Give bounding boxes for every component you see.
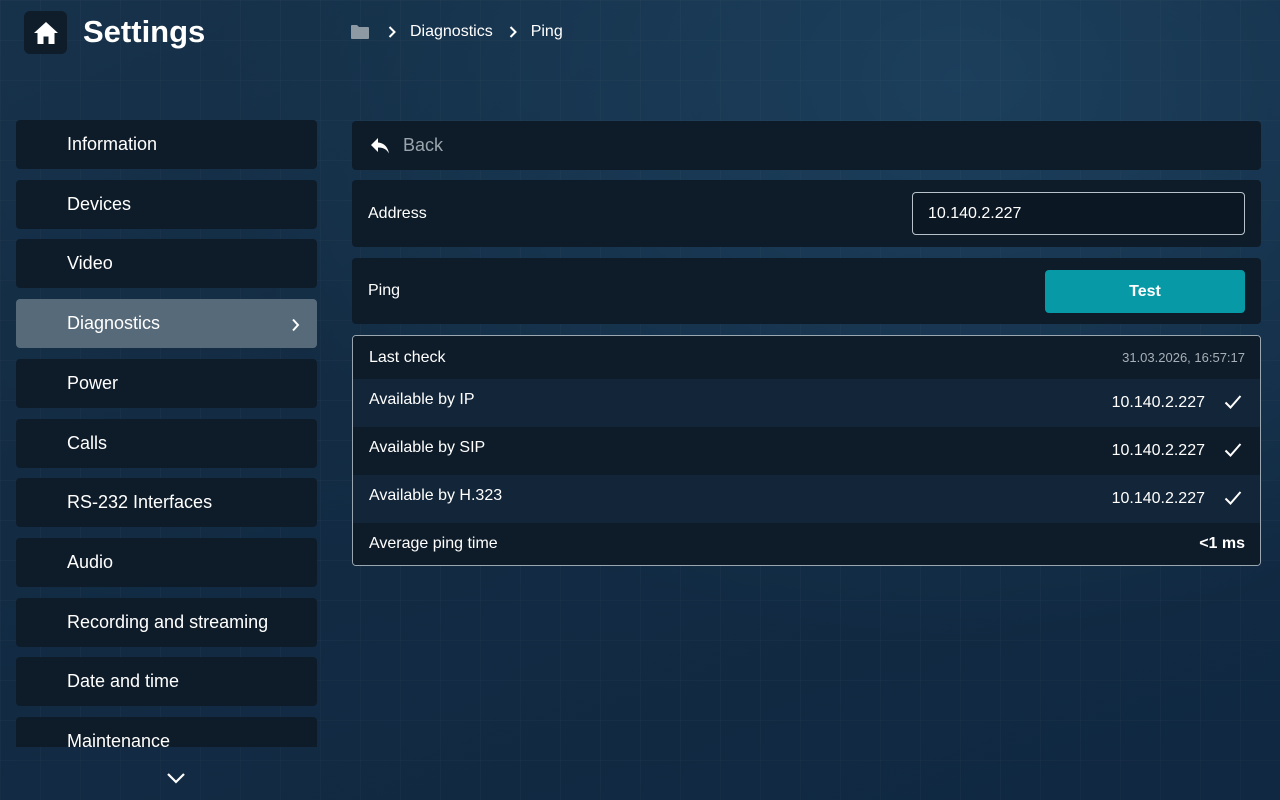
ping-results: Last check 31.03.2026, 16:57:17 Availabl… bbox=[352, 335, 1261, 566]
sidebar-item-devices[interactable]: Devices bbox=[16, 180, 317, 229]
address-row: Address bbox=[352, 180, 1261, 247]
back-arrow-icon bbox=[371, 137, 389, 153]
result-label: Available by IP bbox=[369, 391, 475, 408]
sidebar-scroll-down-button[interactable] bbox=[164, 768, 188, 788]
sidebar-item-label: RS-232 Interfaces bbox=[67, 492, 213, 512]
sidebar: Information Devices Video Diagnostics Po… bbox=[16, 120, 317, 747]
average-ping-label: Average ping time bbox=[369, 535, 498, 552]
sidebar-item-label: Video bbox=[67, 253, 113, 273]
ping-row: Ping Test bbox=[352, 258, 1261, 324]
chevron-right-icon bbox=[291, 316, 300, 337]
address-input[interactable] bbox=[912, 192, 1245, 235]
page-title: Settings bbox=[83, 14, 206, 49]
sidebar-item-label: Power bbox=[67, 373, 119, 393]
home-button[interactable] bbox=[24, 11, 67, 54]
sidebar-item-label: Maintenance bbox=[67, 731, 171, 747]
result-label: Available by H.323 bbox=[369, 487, 503, 504]
result-row-ip: Available by IP 10.140.2.227 bbox=[353, 379, 1260, 427]
sidebar-item-label: Diagnostics bbox=[67, 313, 161, 333]
last-check-row: Last check 31.03.2026, 16:57:17 bbox=[353, 336, 1260, 379]
sidebar-item-audio[interactable]: Audio bbox=[16, 538, 317, 587]
breadcrumb-separator-icon bbox=[388, 26, 396, 38]
back-button[interactable]: Back bbox=[352, 121, 1261, 170]
home-icon bbox=[33, 21, 58, 44]
sidebar-item-diagnostics[interactable]: Diagnostics bbox=[16, 299, 317, 348]
breadcrumb-separator-icon bbox=[509, 26, 517, 38]
result-row-sip: Available by SIP 10.140.2.227 bbox=[353, 427, 1260, 475]
back-label: Back bbox=[403, 135, 444, 155]
breadcrumb: Diagnostics Ping bbox=[350, 20, 563, 44]
ping-label: Ping bbox=[368, 282, 401, 299]
breadcrumb-item-diagnostics[interactable]: Diagnostics bbox=[410, 23, 493, 41]
result-row-h323: Available by H.323 10.140.2.227 bbox=[353, 475, 1260, 523]
sidebar-item-power[interactable]: Power bbox=[16, 359, 317, 408]
sidebar-item-information[interactable]: Information bbox=[16, 120, 317, 169]
average-ping-row: Average ping time <1 ms bbox=[353, 523, 1260, 565]
last-check-timestamp: 31.03.2026, 16:57:17 bbox=[1122, 350, 1245, 365]
checkmark-icon bbox=[1224, 394, 1242, 415]
chevron-down-icon bbox=[167, 773, 185, 784]
sidebar-item-label: Calls bbox=[67, 433, 108, 453]
sidebar-item-video[interactable]: Video bbox=[16, 239, 317, 288]
result-label: Available by SIP bbox=[369, 439, 486, 456]
test-button[interactable]: Test bbox=[1045, 270, 1245, 313]
checkmark-icon bbox=[1224, 490, 1242, 511]
sidebar-item-label: Devices bbox=[67, 194, 132, 214]
sidebar-item-label: Date and time bbox=[67, 671, 180, 691]
folder-icon[interactable] bbox=[350, 24, 370, 40]
breadcrumb-item-ping: Ping bbox=[530, 23, 563, 40]
sidebar-item-label: Recording and streaming bbox=[67, 612, 269, 632]
sidebar-item-label: Information bbox=[67, 134, 158, 154]
result-value: 10.140.2.227 bbox=[1111, 442, 1205, 459]
average-ping-value: <1 ms bbox=[1199, 535, 1245, 552]
sidebar-item-label: Audio bbox=[67, 552, 114, 572]
last-check-label: Last check bbox=[369, 348, 446, 366]
result-value: 10.140.2.227 bbox=[1111, 490, 1205, 507]
sidebar-item-maintenance[interactable]: Maintenance bbox=[16, 717, 317, 747]
result-value: 10.140.2.227 bbox=[1111, 394, 1205, 411]
checkmark-icon bbox=[1224, 442, 1242, 463]
sidebar-item-recording-streaming[interactable]: Recording and streaming bbox=[16, 598, 317, 647]
sidebar-item-rs232[interactable]: RS-232 Interfaces bbox=[16, 478, 317, 527]
address-label: Address bbox=[368, 205, 427, 222]
sidebar-item-date-time[interactable]: Date and time bbox=[16, 657, 317, 706]
sidebar-item-calls[interactable]: Calls bbox=[16, 419, 317, 468]
